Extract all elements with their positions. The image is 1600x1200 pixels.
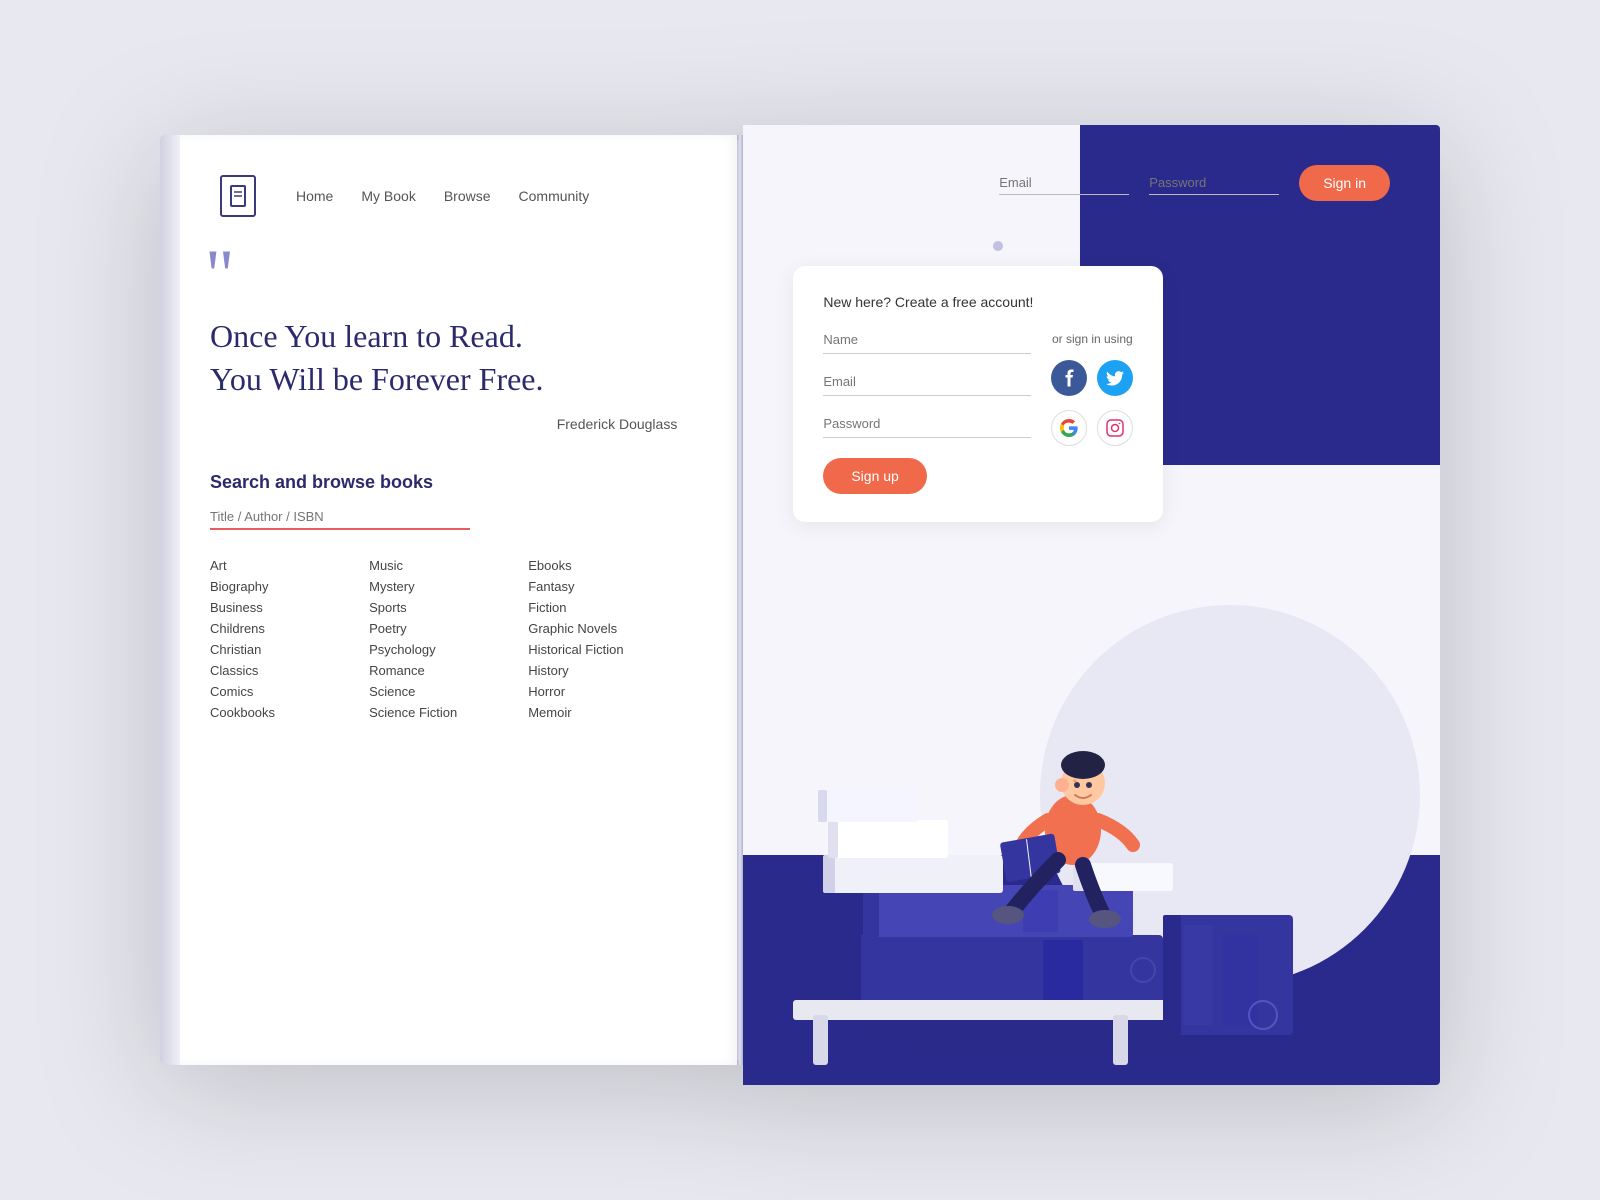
instagram-icon[interactable] <box>1097 410 1133 446</box>
cat-mystery[interactable]: Mystery <box>369 579 528 594</box>
cat-graphic-novels[interactable]: Graphic Novels <box>528 621 687 636</box>
books-illustration <box>763 645 1343 1065</box>
cat-classics[interactable]: Classics <box>210 663 369 678</box>
signin-button[interactable]: Sign in <box>1299 165 1390 201</box>
cat-music[interactable]: Music <box>369 558 528 573</box>
signup-card: New here? Create a free account! Sign up… <box>793 266 1163 522</box>
quote-mark: " <box>205 247 687 305</box>
cat-horror[interactable]: Horror <box>528 684 687 699</box>
cat-sports[interactable]: Sports <box>369 600 528 615</box>
decorative-dot <box>993 241 1003 251</box>
nav-community[interactable]: Community <box>519 188 590 204</box>
cat-memoir[interactable]: Memoir <box>528 705 687 720</box>
category-col-3: Ebooks Fantasy Fiction Graphic Novels Hi… <box>528 558 687 720</box>
password-input[interactable] <box>1149 171 1279 195</box>
cat-poetry[interactable]: Poetry <box>369 621 528 636</box>
social-label: or sign in using <box>1052 332 1133 346</box>
cat-ebooks[interactable]: Ebooks <box>528 558 687 573</box>
nav-home[interactable]: Home <box>296 188 333 204</box>
quote-author: Frederick Douglass <box>210 416 687 432</box>
search-input[interactable] <box>210 505 470 530</box>
signup-button[interactable]: Sign up <box>823 458 926 494</box>
cat-historical-fiction[interactable]: Historical Fiction <box>528 642 687 657</box>
cat-biography[interactable]: Biography <box>210 579 369 594</box>
cat-comics[interactable]: Comics <box>210 684 369 699</box>
nav: Home My Book Browse Community <box>210 175 687 217</box>
right-header: Sign in <box>793 165 1390 201</box>
facebook-icon[interactable] <box>1051 360 1087 396</box>
signup-card-inner: Sign up or sign in using <box>823 326 1133 494</box>
cat-cookbooks[interactable]: Cookbooks <box>210 705 369 720</box>
category-col-2: Music Mystery Sports Poetry Psychology R… <box>369 558 528 720</box>
cat-fantasy[interactable]: Fantasy <box>528 579 687 594</box>
right-page: Sign in New here? Create a free account!… <box>743 125 1440 1085</box>
google-icon[interactable] <box>1051 410 1087 446</box>
cat-science-fiction[interactable]: Science Fiction <box>369 705 528 720</box>
social-row-1 <box>1051 360 1133 396</box>
cat-business[interactable]: Business <box>210 600 369 615</box>
cat-romance[interactable]: Romance <box>369 663 528 678</box>
logo-icon[interactable] <box>220 175 256 217</box>
cat-christian[interactable]: Christian <box>210 642 369 657</box>
cat-science[interactable]: Science <box>369 684 528 699</box>
social-login: or sign in using <box>1051 326 1133 494</box>
cat-fiction[interactable]: Fiction <box>528 600 687 615</box>
search-section-title: Search and browse books <box>210 472 687 493</box>
email-input[interactable] <box>999 171 1129 195</box>
twitter-icon[interactable] <box>1097 360 1133 396</box>
social-row-2 <box>1051 410 1133 446</box>
nav-browse[interactable]: Browse <box>444 188 491 204</box>
cat-psychology[interactable]: Psychology <box>369 642 528 657</box>
quote-text: Once You learn to Read. You Will be Fore… <box>210 315 687 401</box>
nav-mybook[interactable]: My Book <box>361 188 415 204</box>
signup-password-input[interactable] <box>823 410 1031 438</box>
cat-history[interactable]: History <box>528 663 687 678</box>
search-wrap <box>210 505 687 530</box>
signup-email-input[interactable] <box>823 368 1031 396</box>
signup-title: New here? Create a free account! <box>823 294 1133 310</box>
left-page: Home My Book Browse Community " Once You… <box>160 135 737 1065</box>
categories: Art Biography Business Childrens Christi… <box>210 558 687 720</box>
category-col-1: Art Biography Business Childrens Christi… <box>210 558 369 720</box>
cat-art[interactable]: Art <box>210 558 369 573</box>
signup-form: Sign up <box>823 326 1031 494</box>
cat-childrens[interactable]: Childrens <box>210 621 369 636</box>
nav-links: Home My Book Browse Community <box>296 188 589 204</box>
signup-name-input[interactable] <box>823 326 1031 354</box>
